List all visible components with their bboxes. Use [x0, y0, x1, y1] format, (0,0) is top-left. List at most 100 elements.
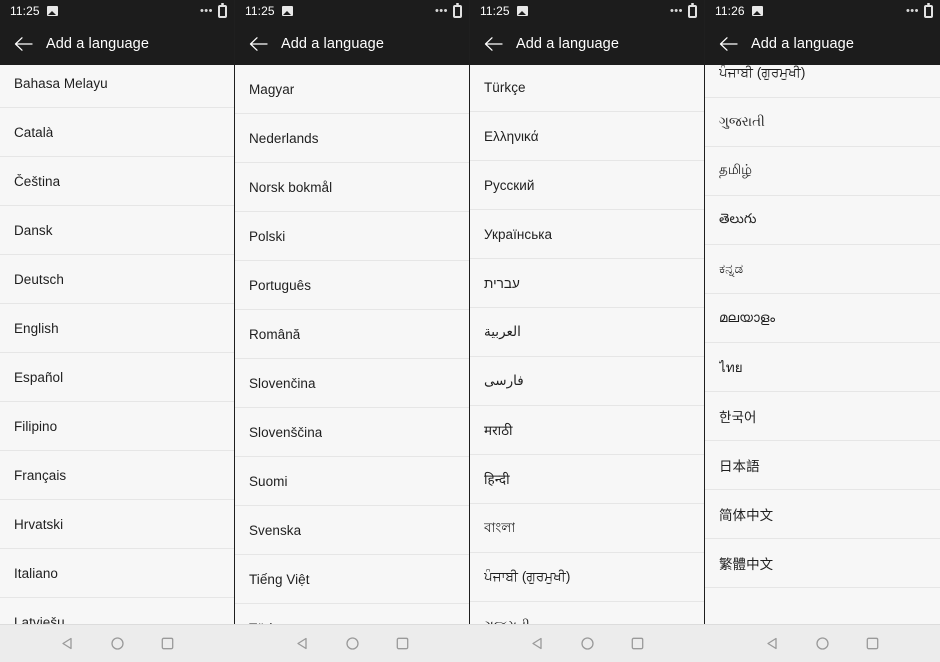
language-name: Nederlands: [249, 130, 319, 146]
language-list-item[interactable]: עברית: [470, 259, 704, 308]
language-list-item[interactable]: 简体中文: [705, 490, 940, 539]
language-name: עברית: [484, 275, 520, 291]
language-list-item[interactable]: தமிழ்: [705, 147, 940, 196]
status-bar-left: 11:25: [10, 4, 58, 18]
language-list-item[interactable]: ಕನ್ನಡ: [705, 245, 940, 294]
language-list-item[interactable]: English: [0, 304, 234, 353]
arrow-back-icon: [14, 36, 33, 51]
language-list-item[interactable]: Suomi: [235, 457, 469, 506]
language-list-item[interactable]: 한국어: [705, 392, 940, 441]
back-button[interactable]: [235, 22, 281, 65]
language-list-scroll[interactable]: Magyar Nederlands Norsk bokmål Polski Portug…: [235, 65, 469, 662]
language-list-item[interactable]: Čeština: [0, 157, 234, 206]
language-list-item[interactable]: ਪੰਜਾਬੀ (ਗੁਰਮੁਖੀ): [705, 65, 940, 98]
language-list-item[interactable]: Magyar: [235, 65, 469, 114]
back-button[interactable]: [705, 22, 751, 65]
language-list-item[interactable]: Nederlands: [235, 114, 469, 163]
app-bar: Add a language: [235, 22, 469, 65]
language-name: ไทย: [719, 360, 743, 375]
language-name: Català: [14, 124, 54, 140]
battery-icon: [924, 2, 933, 18]
back-button[interactable]: [470, 22, 516, 65]
language-name: Bahasa Melayu: [14, 75, 108, 91]
nav-home-button[interactable]: [338, 630, 366, 658]
language-name: Tiếng Việt: [249, 571, 310, 587]
language-name: Magyar: [249, 81, 295, 97]
nav-recents-button[interactable]: [624, 630, 652, 658]
language-list-item[interactable]: Filipino: [0, 402, 234, 451]
language-list-item[interactable]: Català: [0, 108, 234, 157]
language-list-item[interactable]: Español: [0, 353, 234, 402]
language-list-item[interactable]: Polski: [235, 212, 469, 261]
language-list-item[interactable]: Deutsch: [0, 255, 234, 304]
app-bar: Add a language: [470, 22, 704, 65]
language-name: 繁體中文: [719, 557, 774, 572]
language-picker-screenshot-grid: 11:25 ••• Add a language Bahasa Melayu Ca…: [0, 0, 940, 662]
language-list-scroll[interactable]: ਪੰਜਾਬੀ (ਗੁਰਮੁਖੀ) ગુજરાતી தமிழ் తెలుగు ಕನ್ನಡ മ…: [705, 65, 940, 662]
nav-back-button[interactable]: [758, 630, 786, 658]
language-list-item[interactable]: Norsk bokmål: [235, 163, 469, 212]
phone-screenshot-panel-2: 11:25 ••• Add a language Magyar Nederland…: [235, 0, 470, 662]
language-list-item[interactable]: मराठी: [470, 406, 704, 455]
language-name: Norsk bokmål: [249, 179, 333, 195]
language-list-item[interactable]: 日本語: [705, 441, 940, 490]
language-list-scroll[interactable]: Türkçe Ελληνικά Русский Українська עברית العر…: [470, 65, 704, 662]
language-list-item[interactable]: 繁體中文: [705, 539, 940, 588]
status-clock: 11:26: [715, 4, 745, 18]
language-name: العربية: [484, 324, 521, 339]
language-list-item[interactable]: Ελληνικά: [470, 112, 704, 161]
language-list-scroll[interactable]: Bahasa Melayu Català Čeština Dansk Deutsch En…: [0, 65, 234, 662]
language-list-item[interactable]: فارسی: [470, 357, 704, 406]
language-list-item[interactable]: ગુજરાતી: [705, 98, 940, 147]
language-list-item[interactable]: Italiano: [0, 549, 234, 598]
nav-home-button[interactable]: [808, 630, 836, 658]
screenshot-image-icon: [516, 6, 528, 16]
back-button[interactable]: [0, 22, 46, 65]
language-list-item[interactable]: Français: [0, 451, 234, 500]
language-name: Türkçe: [484, 79, 526, 95]
language-name: Svenska: [249, 522, 302, 538]
battery-icon: [218, 2, 227, 18]
nav-recents-button[interactable]: [859, 630, 887, 658]
page-title: Add a language: [751, 35, 854, 52]
nav-back-button[interactable]: [288, 630, 316, 658]
nav-back-button[interactable]: [53, 630, 81, 658]
language-name: Polski: [249, 228, 286, 244]
language-name: ગુજરાતી: [719, 114, 765, 129]
language-list-item[interactable]: Türkçe: [470, 65, 704, 112]
page-title: Add a language: [516, 35, 619, 52]
language-list-item[interactable]: ਪੰਜਾਬੀ (ਗੁਰਮੁਖੀ): [470, 553, 704, 602]
language-list-item[interactable]: Português: [235, 261, 469, 310]
language-list-item[interactable]: বাংলা: [470, 504, 704, 553]
language-list-item[interactable]: العربية: [470, 308, 704, 357]
language-list-item[interactable]: Slovenščina: [235, 408, 469, 457]
nav-recents-button[interactable]: [389, 630, 417, 658]
language-list-item[interactable]: हिन्दी: [470, 455, 704, 504]
language-name: 简体中文: [719, 508, 774, 523]
nav-home-button[interactable]: [103, 630, 131, 658]
language-list-item[interactable]: Tiếng Việt: [235, 555, 469, 604]
language-name: Suomi: [249, 473, 288, 489]
language-list-item[interactable]: Slovenčina: [235, 359, 469, 408]
language-name: Română: [249, 326, 301, 342]
phone-screenshot-panel-1: 11:25 ••• Add a language Bahasa Melayu Ca…: [0, 0, 235, 662]
status-clock: 11:25: [10, 4, 40, 18]
language-list-item[interactable]: Hrvatski: [0, 500, 234, 549]
language-name: Українська: [484, 226, 553, 242]
language-list-item[interactable]: Українська: [470, 210, 704, 259]
language-list-item[interactable]: Română: [235, 310, 469, 359]
status-bar-left: 11:25: [480, 4, 528, 18]
status-bar: 11:26 •••: [705, 0, 940, 22]
status-bar: 11:25 •••: [0, 0, 234, 22]
nav-recents-button[interactable]: [154, 630, 182, 658]
language-list-item[interactable]: Dansk: [0, 206, 234, 255]
nav-back-button[interactable]: [523, 630, 551, 658]
language-list-item[interactable]: Bahasa Melayu: [0, 65, 234, 108]
language-list-item[interactable]: ไทย: [705, 343, 940, 392]
language-list-item[interactable]: Svenska: [235, 506, 469, 555]
page-title: Add a language: [281, 35, 384, 52]
language-list-item[interactable]: Русский: [470, 161, 704, 210]
nav-home-button[interactable]: [573, 630, 601, 658]
language-list-item[interactable]: മലയാളം: [705, 294, 940, 343]
language-list-item[interactable]: తెలుగు: [705, 196, 940, 245]
